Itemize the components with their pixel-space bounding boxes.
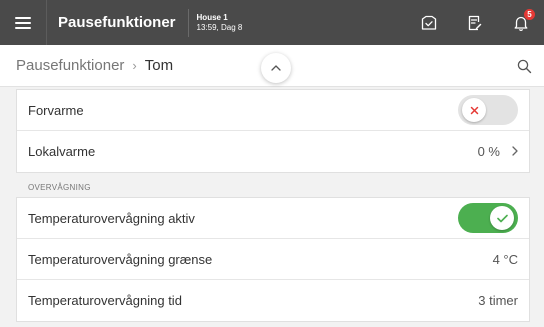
menu-button[interactable] xyxy=(0,0,46,45)
monitoring-limit-value: 4 °C xyxy=(492,251,518,267)
top-actions: 5 xyxy=(406,0,544,45)
document-edit-icon xyxy=(468,15,482,30)
lokalvarme-label: Lokalvarme xyxy=(28,144,96,159)
breadcrumb-current: Tom xyxy=(144,57,174,74)
lokalvarme-row[interactable]: Lokalvarme 0 % xyxy=(17,131,529,172)
top-bar: Pausefunktioner House 1 13:59, Dag 8 5 xyxy=(0,0,544,45)
notification-badge: 5 xyxy=(524,9,535,20)
lokalvarme-value: 0 % xyxy=(477,144,500,159)
monitoring-active-toggle[interactable] xyxy=(458,203,518,233)
house-time: 13:59, Dag 8 xyxy=(196,22,243,32)
breadcrumb-parent[interactable]: Pausefunktioner xyxy=(16,57,124,74)
chevron-up-icon xyxy=(271,65,281,71)
breadcrumb-separator: › xyxy=(132,58,137,73)
monitoring-active-row: Temperaturovervågning aktiv xyxy=(17,198,529,239)
monitoring-time-row[interactable]: Temperaturovervågning tid 3 timer xyxy=(17,280,529,321)
notifications-button[interactable]: 5 xyxy=(498,0,544,45)
menu-icon xyxy=(15,16,31,29)
search-icon xyxy=(517,59,531,73)
monitoring-time-label: Temperaturovervågning tid xyxy=(28,293,182,308)
house-info: House 1 13:59, Dag 8 xyxy=(189,13,243,33)
forvarme-toggle[interactable] xyxy=(458,95,518,125)
checklist-button[interactable] xyxy=(406,0,452,45)
close-icon xyxy=(470,106,478,114)
section-title-monitoring: OVERVÅGNING xyxy=(28,183,91,192)
document-button[interactable] xyxy=(452,0,498,45)
check-icon xyxy=(496,214,508,222)
forvarme-label: Forvarme xyxy=(28,102,84,118)
page-title: Pausefunktioner xyxy=(58,14,176,31)
house-name: House 1 xyxy=(196,12,228,22)
chevron-right-icon xyxy=(512,144,518,159)
search-button[interactable] xyxy=(514,56,534,76)
collapse-button[interactable] xyxy=(261,53,291,83)
monitoring-card: Temperaturovervågning aktiv Temperaturov… xyxy=(16,197,530,322)
heating-card: Forvarme Lokalvarme 0 % xyxy=(16,89,530,173)
toggle-knob xyxy=(490,206,514,230)
monitoring-limit-row[interactable]: Temperaturovervågning grænse 4 °C xyxy=(17,239,529,280)
monitoring-active-label: Temperaturovervågning aktiv xyxy=(28,210,195,226)
checklist-icon xyxy=(421,15,437,30)
monitoring-time-value: 3 timer xyxy=(478,293,518,308)
toggle-knob xyxy=(462,98,486,122)
breadcrumb: Pausefunktioner › Tom xyxy=(0,45,544,87)
monitoring-limit-label: Temperaturovervågning grænse xyxy=(28,251,213,267)
forvarme-row: Forvarme xyxy=(17,90,529,131)
